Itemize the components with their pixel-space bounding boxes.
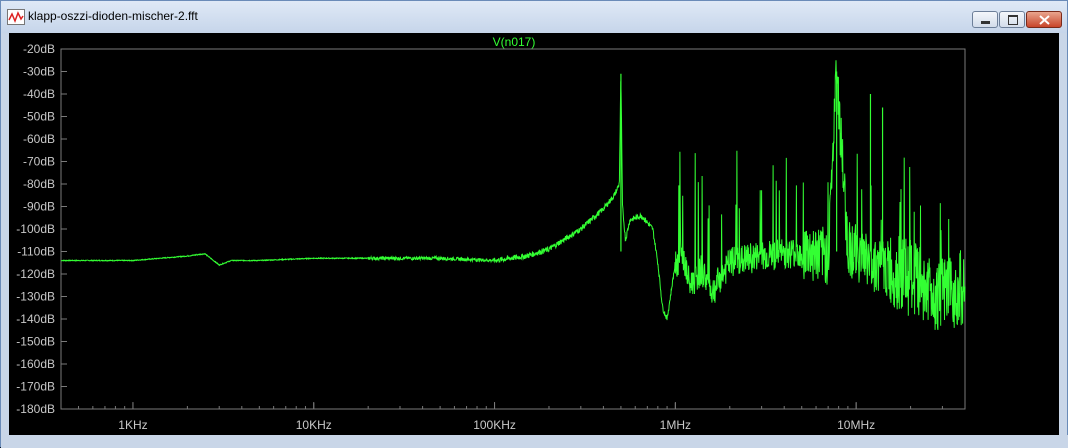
y-tick-label: -80dB: [23, 177, 55, 191]
title-bar[interactable]: klapp-oszzi-dioden-mischer-2.fft: [1, 1, 1067, 33]
y-tick-label: -70dB: [23, 155, 55, 169]
plot-area[interactable]: V(n017) -20dB -30dB -40dB -50dB -60dB -70dB -8…: [9, 33, 1059, 435]
y-tick-label: -90dB: [23, 200, 55, 214]
x-tick-label: 10KHz: [296, 418, 332, 432]
window-title: klapp-oszzi-dioden-mischer-2.fft: [28, 9, 198, 23]
y-tick-label: -40dB: [23, 87, 55, 101]
minimize-button[interactable]: [972, 11, 998, 28]
trace-v-n017: [60, 60, 966, 330]
bottom-strip: [1, 435, 1068, 448]
x-tick-label: 1MHz: [660, 418, 691, 432]
minimize-icon: [981, 21, 990, 24]
waveform-app-icon: [7, 9, 25, 25]
x-tick-label: 100KHz: [473, 418, 516, 432]
y-tick-label: -30dB: [23, 65, 55, 79]
y-tick-label: -180dB: [16, 402, 55, 416]
y-tick-label: -100dB: [16, 222, 55, 236]
x-tick-label: 1KHz: [118, 418, 147, 432]
y-tick-label: -60dB: [23, 132, 55, 146]
y-tick-label: -140dB: [16, 312, 55, 326]
y-tick-label: -170dB: [16, 380, 55, 394]
y-tick-label: -160dB: [16, 357, 55, 371]
x-tick-label: 10MHz: [837, 418, 875, 432]
close-icon: [1039, 15, 1050, 25]
y-tick-label: -120dB: [16, 267, 55, 281]
close-button[interactable]: [1026, 11, 1062, 28]
y-tick-label: -130dB: [16, 290, 55, 304]
maximize-icon: [1008, 15, 1018, 25]
x-axis: 1KHz 10KHz 100KHz 1MHz 10MHz: [60, 402, 966, 432]
y-tick-label: -20dB: [23, 42, 55, 56]
maximize-button[interactable]: [999, 11, 1025, 28]
y-tick-label: -150dB: [16, 335, 55, 349]
chart-title: V(n017): [493, 35, 536, 49]
y-tick-label: -110dB: [17, 245, 55, 259]
y-tick-label: -50dB: [23, 110, 55, 124]
plot-window: klapp-oszzi-dioden-mischer-2.fft V(n017)…: [0, 0, 1068, 448]
trace-line: [60, 60, 966, 330]
fft-chart: V(n017) -20dB -30dB -40dB -50dB -60dB -70dB -8…: [16, 35, 966, 432]
y-axis: -20dB -30dB -40dB -50dB -60dB -70dB -80dB -90dB…: [16, 42, 67, 416]
